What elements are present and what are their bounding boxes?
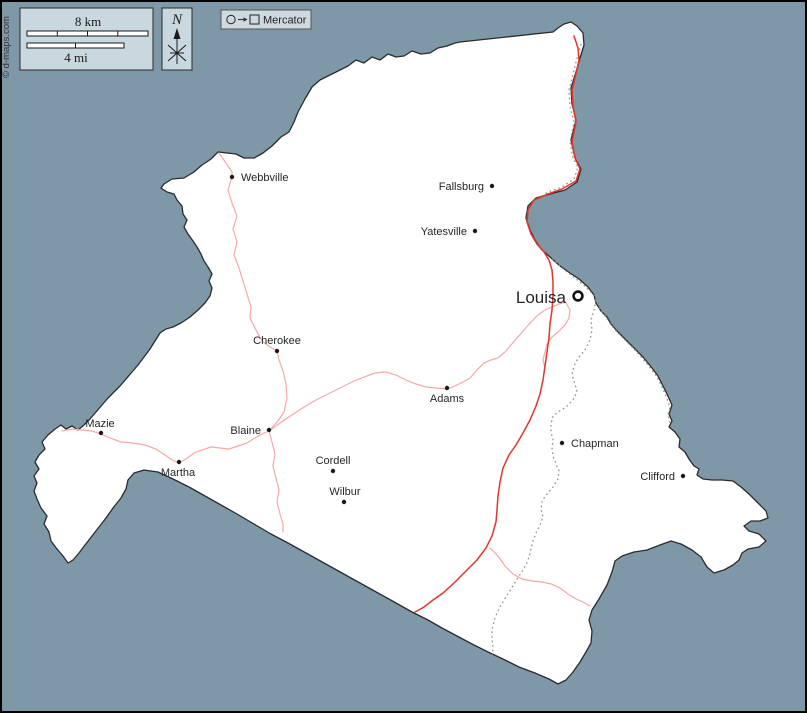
projection-name: Mercator <box>263 15 307 27</box>
map-canvas: Webbville Fallsburg Yatesville Louisa Cherok… <box>0 0 807 713</box>
credit-text: © d-maps.com <box>1 16 12 78</box>
town-marker <box>681 474 685 478</box>
town-marker <box>99 431 103 435</box>
town-label: Cherokee <box>253 335 301 347</box>
town-label: Chapman <box>571 438 619 450</box>
town-label: Cordell <box>316 455 351 467</box>
town-marker <box>230 175 234 179</box>
town-label: Wilbur <box>329 486 361 498</box>
projection-legend: Mercator <box>221 10 311 29</box>
town-marker <box>331 469 335 473</box>
town-marker <box>275 349 279 353</box>
town-marker <box>445 386 449 390</box>
town-label: Webbville <box>241 172 289 184</box>
town-label: Mazie <box>85 418 114 430</box>
town-marker <box>342 500 346 504</box>
town-label: Martha <box>161 467 196 479</box>
town-label: Adams <box>430 393 465 405</box>
county-seat-marker <box>574 292 583 301</box>
town-label: Yatesville <box>421 226 467 238</box>
town-marker <box>490 184 494 188</box>
town-marker <box>177 460 181 464</box>
town-marker <box>473 229 477 233</box>
town-label: Clifford <box>640 471 675 483</box>
scale-panel: 8 km 4 mi <box>20 8 153 70</box>
town-marker <box>560 441 564 445</box>
town-marker <box>267 428 271 432</box>
map-page: Webbville Fallsburg Yatesville Louisa Cherok… <box>0 0 807 713</box>
scale-km-label: 8 km <box>75 14 101 29</box>
scale-mi-label: 4 mi <box>64 50 88 65</box>
town-label: Louisa <box>516 288 567 307</box>
town-label: Blaine <box>230 425 261 437</box>
north-label: N <box>171 12 183 28</box>
town-label: Fallsburg <box>439 181 484 193</box>
north-arrow-panel: N <box>162 8 192 70</box>
